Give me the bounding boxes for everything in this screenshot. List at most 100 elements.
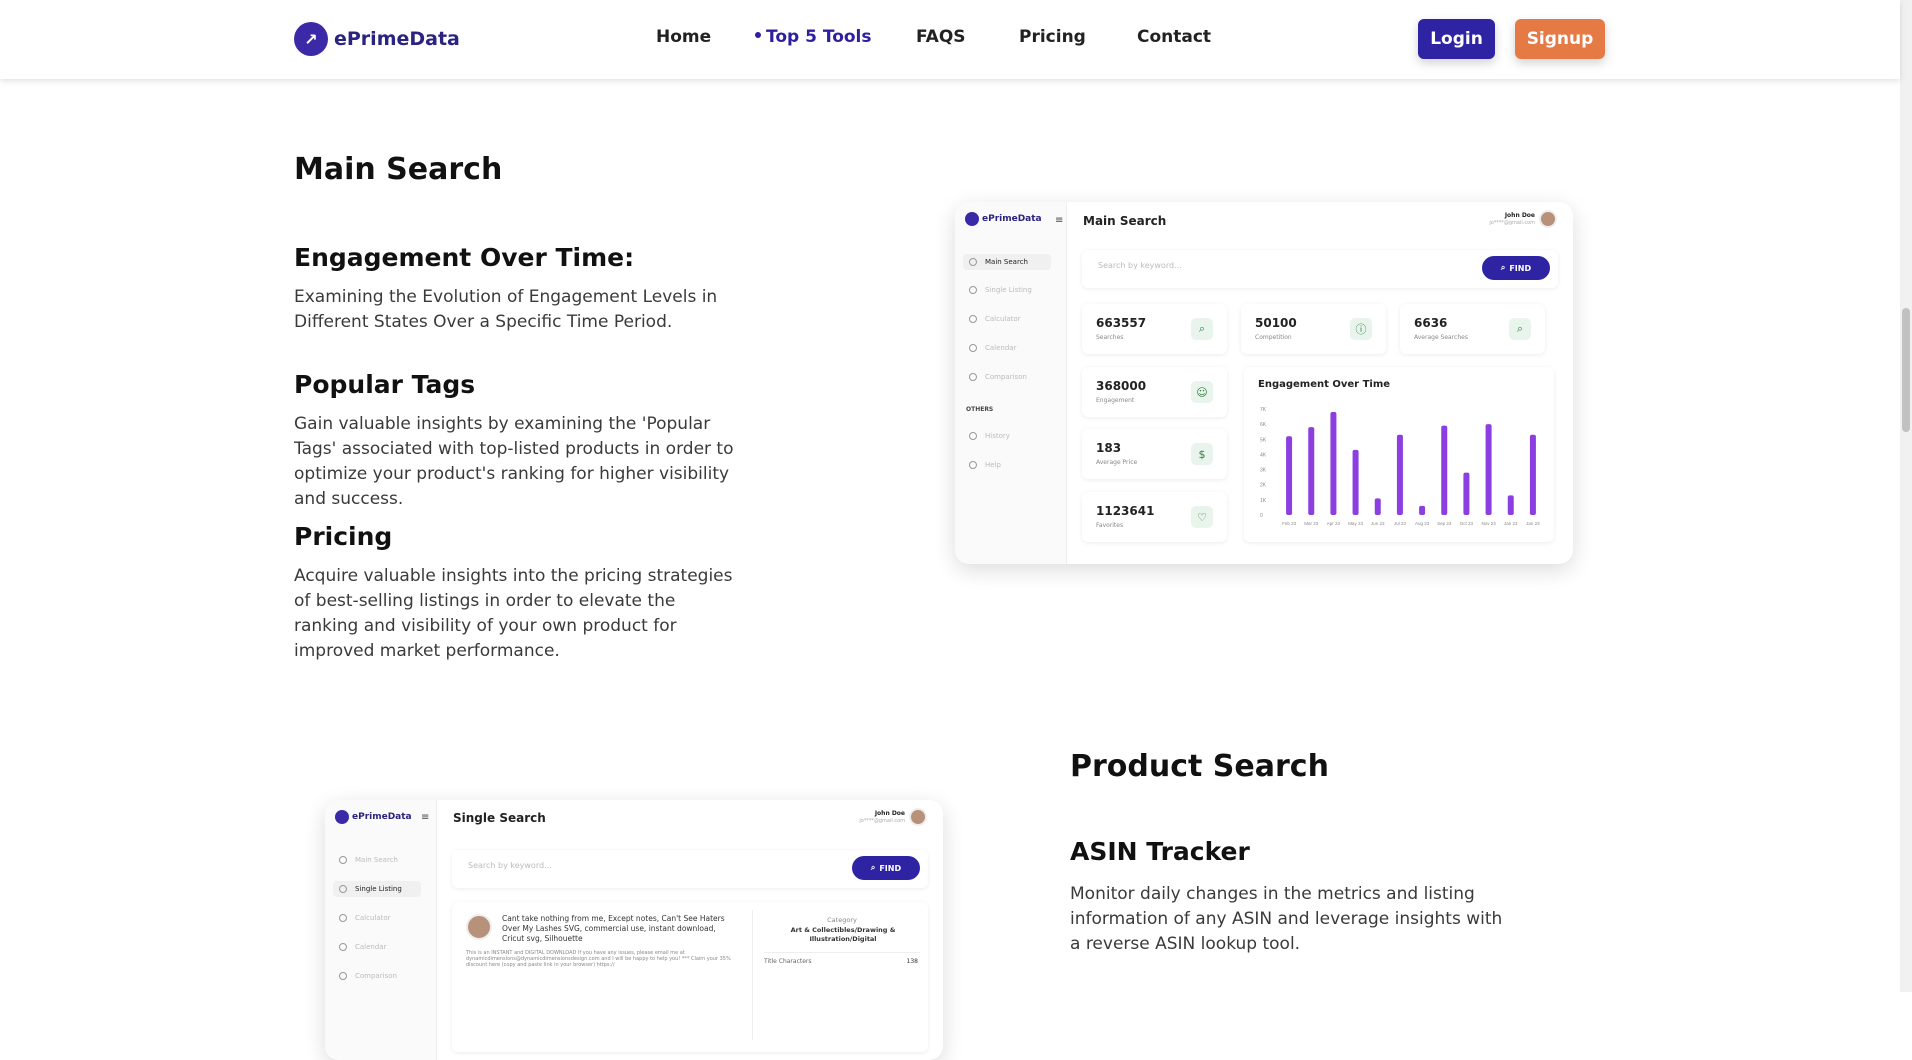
listing-title: Cant take nothing from me, Except notes,… — [502, 914, 725, 943]
x-tick-label: Nov 23 — [1481, 521, 1496, 526]
scrollbar-thumb[interactable] — [1902, 308, 1910, 432]
title-chars-value: 138 — [906, 958, 918, 965]
mock-stat-card: 6636 Average Searches ⌕ — [1400, 304, 1545, 354]
mock-side-label: Main Search — [985, 258, 1028, 266]
engagement-chart-svg: 7K 6K 5K 4K 3K 2K 1K 0 Feb 23 Mar 23 Apr 23 May 23 J… — [1260, 407, 1540, 526]
search-icon: ⌕ — [1191, 318, 1213, 340]
single-search-screenshot: ePrimeData Main Search Single Listing Ca… — [325, 800, 943, 1060]
stat-label: Favorites — [1096, 522, 1124, 529]
mock-side-calculator: Calculator — [339, 914, 391, 922]
x-tick-label: Oct 23 — [1460, 521, 1474, 526]
chart-bar — [1463, 472, 1470, 515]
feature-text: Monitor daily changes in the metrics and… — [1070, 884, 1503, 954]
page-scrollbar[interactable] — [1900, 0, 1912, 992]
y-tick-label: 4K — [1260, 452, 1267, 458]
x-tick-label: May 23 — [1348, 521, 1363, 526]
x-tick-label: Mar 23 — [1304, 521, 1319, 526]
section-title-product-search: Product Search — [1070, 749, 1329, 784]
heart-icon: ♡ — [1191, 506, 1213, 528]
feature-text: Examining the Evolution of Engagement Le… — [294, 287, 718, 332]
mock-others-label: OTHERS — [966, 406, 994, 413]
chart-bar — [1529, 434, 1536, 515]
y-tick-label: 7K — [1260, 407, 1267, 413]
divider — [752, 910, 753, 1040]
y-tick-label: 3K — [1260, 468, 1267, 474]
help-icon — [969, 461, 977, 469]
mock-side-label: Main Search — [355, 856, 398, 864]
mock-side-label: Calendar — [985, 344, 1017, 352]
y-tick-label: 1K — [1260, 498, 1267, 504]
nav-contact[interactable]: Contact — [1137, 27, 1211, 47]
feature-heading: Popular Tags — [294, 370, 476, 399]
nav-top-5-tools-label: Top 5 Tools — [766, 27, 872, 47]
mock-user-email: jo****@gmail.com — [859, 818, 905, 824]
mock-logo: ePrimeData — [965, 212, 1042, 226]
nav-home[interactable]: Home — [656, 27, 711, 47]
mock-side-help: Help — [969, 461, 1001, 469]
mock-brand: ePrimeData — [982, 214, 1042, 224]
mock-user: John Doe jo****@gmail.com — [859, 810, 905, 825]
search-icon: ⌕ — [1500, 263, 1506, 272]
search-icon — [969, 258, 977, 266]
brand-name: ePrimeData — [334, 28, 460, 50]
search-icon: ⌕ — [1509, 318, 1531, 340]
chart-bar — [1441, 425, 1448, 515]
mock-search-bar: Search by keyword... ⌕ FIND — [452, 850, 928, 888]
divider — [764, 952, 920, 953]
chart-bar — [1419, 505, 1426, 515]
stat-label: Engagement — [1096, 397, 1135, 404]
clock-icon — [969, 432, 977, 440]
x-tick-label: Jul 23 — [1394, 521, 1407, 526]
signup-button[interactable]: Signup — [1515, 19, 1605, 59]
mock-side-label: Calendar — [355, 943, 387, 951]
nav-faqs[interactable]: FAQS — [916, 27, 966, 47]
mock-side-label: Comparison — [985, 373, 1027, 381]
calendar-icon — [339, 943, 347, 951]
feature-text: Acquire valuable insights into the prici… — [294, 566, 733, 661]
mock-find-button: ⌕ FIND — [852, 856, 920, 880]
mock-brand: ePrimeData — [352, 812, 412, 822]
nav-top-5-tools[interactable]: Top 5 Tools — [755, 27, 872, 47]
mock-find-label: FIND — [879, 863, 902, 873]
y-tick-label: 2K — [1260, 483, 1267, 489]
calculator-icon — [969, 315, 977, 323]
chart-bar — [1507, 495, 1514, 515]
stat-label: Average Searches — [1414, 334, 1468, 341]
avatar — [909, 808, 927, 826]
stat-value: 183 — [1096, 441, 1122, 455]
category-value: Art & Collectibles/Drawing & Illustratio… — [790, 926, 896, 943]
listing-avatar — [466, 914, 492, 940]
login-button[interactable]: Login — [1418, 19, 1495, 59]
mock-stat-card: 183 Average Price $ — [1082, 429, 1227, 479]
calendar-icon — [969, 344, 977, 352]
nav-pricing[interactable]: Pricing — [1019, 27, 1086, 47]
search-icon — [339, 856, 347, 864]
mock-user-email: jo****@gmail.com — [1489, 220, 1535, 226]
mock-side-label: Single Listing — [985, 286, 1032, 294]
calculator-icon — [339, 914, 347, 922]
stat-value: 1123641 — [1096, 504, 1155, 518]
stat-label: Competition — [1255, 334, 1292, 341]
logo-icon — [335, 810, 349, 824]
mock-side-single-listing: Single Listing — [969, 286, 1032, 294]
sliders-icon — [339, 972, 347, 980]
menu-icon: ≡ — [1055, 215, 1064, 226]
mock-search-placeholder: Search by keyword... — [1098, 261, 1182, 270]
chart-bar — [1485, 424, 1492, 515]
x-tick-label: Jan 23 — [1526, 521, 1540, 526]
x-tick-label: Jan 23 — [1504, 521, 1518, 526]
y-tick-label: 5K — [1260, 437, 1267, 443]
mock-side-label: History — [985, 432, 1010, 440]
mock-stat-card: 663557 Searches ⌕ — [1082, 304, 1227, 354]
stat-label: Searches — [1096, 334, 1124, 341]
mock-user: John Doe jo****@gmail.com — [1489, 212, 1535, 227]
stat-value: 368000 — [1096, 379, 1147, 393]
mock-side-comparison: Comparison — [969, 373, 1027, 381]
chart-bar — [1374, 498, 1381, 515]
logo-icon — [965, 212, 979, 226]
stat-label: Average Price — [1096, 459, 1138, 466]
y-tick-label: 0 — [1260, 513, 1263, 519]
info-icon: ⓘ — [1350, 318, 1372, 340]
mock-side-comparison: Comparison — [339, 972, 397, 980]
brand-logo[interactable]: ↗ ePrimeData — [294, 22, 460, 56]
